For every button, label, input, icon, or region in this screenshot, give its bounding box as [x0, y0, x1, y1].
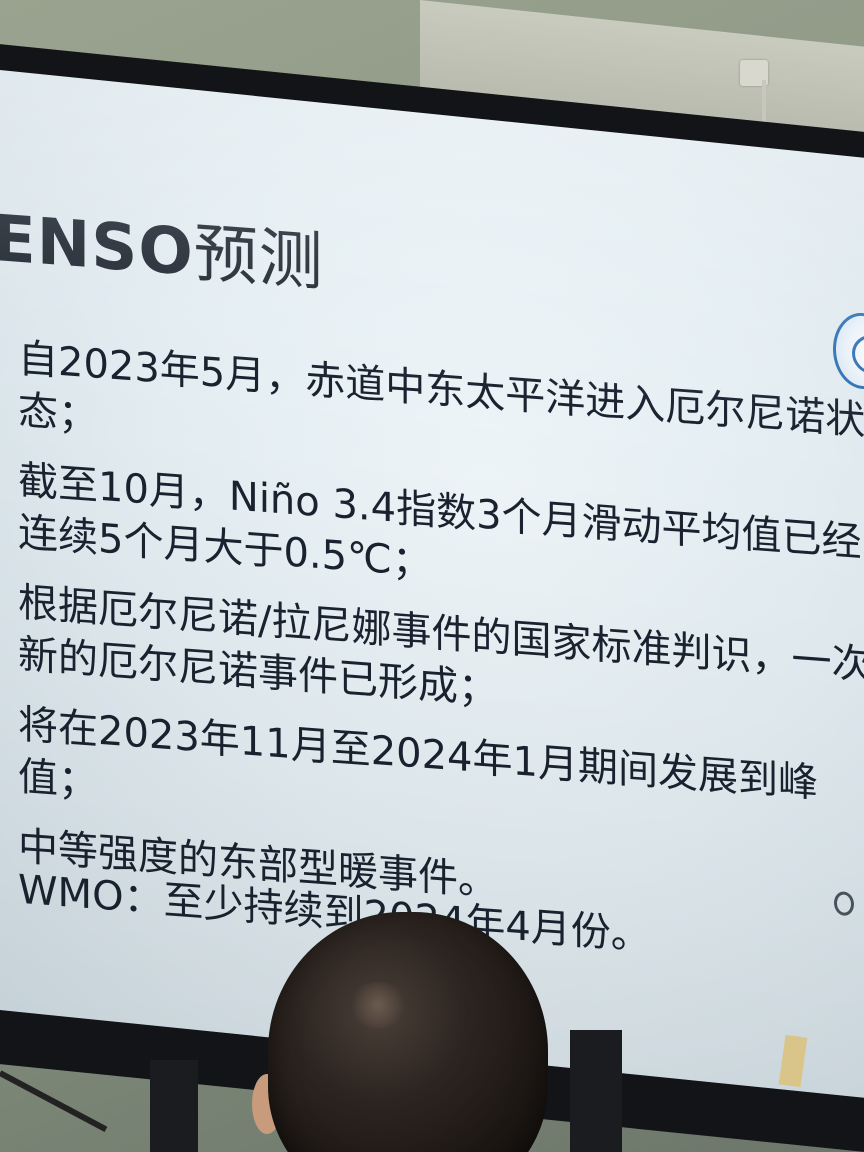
- slide-title-latin: ENSO: [0, 201, 194, 291]
- stand-leg-left: [150, 1060, 198, 1152]
- stand-leg-right: [570, 1030, 622, 1152]
- ring-icon: [834, 890, 854, 917]
- wmo-logo-icon: [833, 310, 864, 392]
- floor-cable: [0, 1070, 108, 1132]
- slide-title-cn: 预测: [193, 216, 324, 301]
- bullet-list: 自2023年5月，赤道中东太平洋进入厄尔尼诺状态； 截至10月，Niño 3.4…: [2, 332, 864, 955]
- photo-scene: ENSO预测 自2023年5月，赤道中东太平洋进入厄尔尼诺状态； 截至10月，N…: [0, 0, 864, 1152]
- slide-title: ENSO预测: [0, 187, 324, 303]
